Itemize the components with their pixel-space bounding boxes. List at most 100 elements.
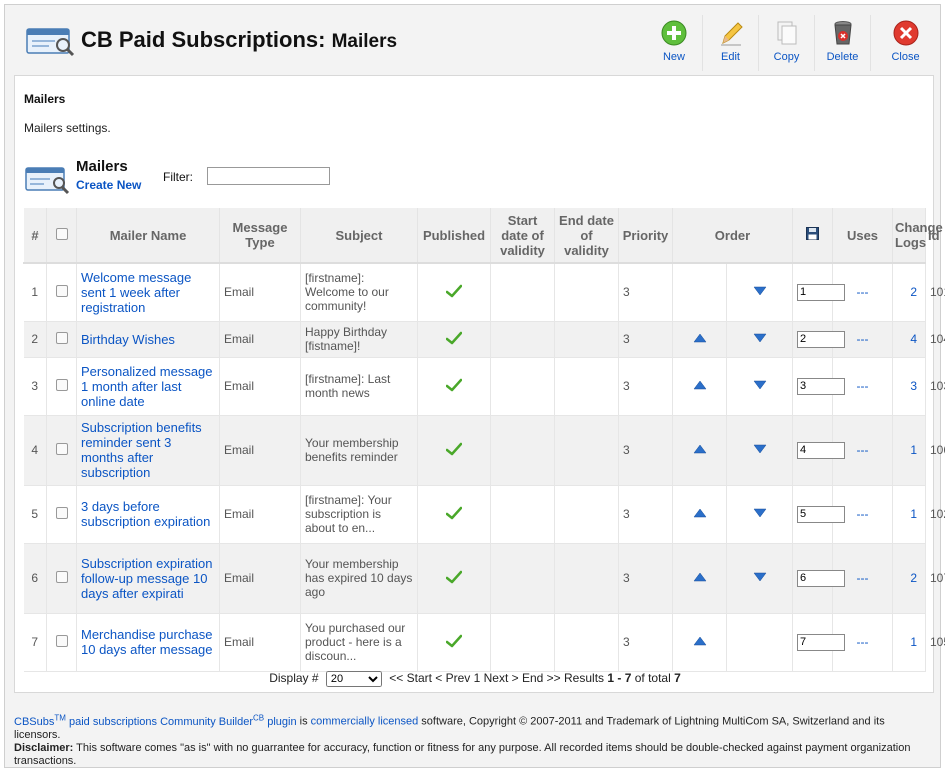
subject-text: Happy Birthday [fistname]! bbox=[305, 325, 388, 353]
mailer-cheque-icon bbox=[26, 28, 75, 57]
mailer-name-link[interactable]: Merchandise purchase 10 days after messa… bbox=[81, 627, 213, 657]
move-down-icon[interactable] bbox=[753, 508, 767, 518]
published-check-icon[interactable] bbox=[445, 570, 463, 584]
order-input[interactable] bbox=[797, 505, 845, 523]
order-input[interactable] bbox=[797, 330, 845, 348]
move-up-icon[interactable] bbox=[693, 333, 707, 343]
table-header-row: # Mailer Name Message Type Subject Publi… bbox=[23, 208, 943, 264]
subject-cell: [firstname]: Your subscription is about … bbox=[300, 485, 418, 544]
move-up-icon[interactable] bbox=[693, 444, 707, 454]
message-type: Email bbox=[219, 357, 301, 416]
end-date-cell bbox=[554, 485, 619, 544]
move-down-icon[interactable] bbox=[753, 444, 767, 454]
col-save-order[interactable] bbox=[792, 208, 833, 264]
row-checkbox[interactable] bbox=[55, 442, 68, 455]
new-button[interactable]: New bbox=[646, 15, 702, 71]
order-input-cell bbox=[792, 613, 845, 672]
select-all-checkbox[interactable] bbox=[55, 227, 68, 240]
end-date-cell bbox=[554, 415, 619, 486]
message-type: Email bbox=[219, 613, 301, 672]
col-priority[interactable]: Priority bbox=[618, 208, 673, 264]
row-number: 1 bbox=[23, 263, 47, 322]
start-date-cell bbox=[490, 263, 555, 322]
published-check-icon[interactable] bbox=[445, 284, 463, 298]
mailer-name-link[interactable]: Personalized message 1 month after last … bbox=[81, 364, 213, 409]
order-input[interactable] bbox=[797, 283, 845, 301]
edit-button[interactable]: Edit bbox=[702, 15, 758, 71]
commercially-licensed-link[interactable]: commercially licensed bbox=[311, 716, 419, 728]
published-check-icon[interactable] bbox=[445, 378, 463, 392]
col-order[interactable]: Order bbox=[672, 208, 793, 264]
move-up-icon[interactable] bbox=[693, 380, 707, 390]
col-num: # bbox=[23, 208, 47, 264]
row-checkbox[interactable] bbox=[55, 331, 68, 344]
order-down-cell bbox=[726, 613, 793, 672]
change-logs-link[interactable]: 1 bbox=[892, 485, 926, 544]
row-checkbox[interactable] bbox=[55, 570, 68, 583]
col-uses[interactable]: Uses bbox=[832, 208, 893, 264]
col-published[interactable]: Published bbox=[417, 208, 491, 264]
col-mailer-name[interactable]: Mailer Name bbox=[76, 208, 220, 264]
col-start-date[interactable]: Start date of validity bbox=[490, 208, 555, 264]
order-up-cell bbox=[672, 613, 727, 672]
save-order-icon[interactable] bbox=[806, 227, 819, 240]
mailer-name-link[interactable]: Birthday Wishes bbox=[81, 332, 175, 347]
order-input[interactable] bbox=[797, 633, 845, 651]
move-down-icon[interactable] bbox=[753, 380, 767, 390]
mailer-name-link[interactable]: Subscription benefits reminder sent 3 mo… bbox=[81, 420, 202, 480]
table-row: 7 Merchandise purchase 10 days after mess… bbox=[23, 613, 945, 672]
move-down-icon[interactable] bbox=[753, 286, 767, 296]
row-checkbox[interactable] bbox=[55, 506, 68, 519]
published-cell bbox=[417, 485, 491, 544]
edit-button-label: Edit bbox=[721, 51, 740, 63]
create-new-link[interactable]: Create New bbox=[76, 178, 141, 192]
move-down-icon[interactable] bbox=[753, 572, 767, 582]
delete-button[interactable]: Delete bbox=[814, 15, 870, 71]
close-button[interactable]: Close bbox=[870, 15, 940, 71]
section-title: Mailers bbox=[24, 92, 66, 106]
col-select-all[interactable] bbox=[46, 208, 77, 264]
row-checkbox[interactable] bbox=[55, 284, 68, 297]
order-input-cell bbox=[792, 263, 845, 322]
order-input[interactable] bbox=[797, 441, 845, 459]
mailer-name-cell: Personalized message 1 month after last … bbox=[76, 357, 220, 416]
subject-text: You purchased our product - here is a di… bbox=[305, 621, 406, 663]
published-check-icon[interactable] bbox=[445, 331, 463, 345]
published-check-icon[interactable] bbox=[445, 506, 463, 520]
col-subject[interactable]: Subject bbox=[300, 208, 418, 264]
move-up-icon[interactable] bbox=[693, 508, 707, 518]
mailer-name-link[interactable]: Subscription expiration follow-up messag… bbox=[81, 556, 213, 601]
subject-text: [firstname]: Last month news bbox=[305, 372, 391, 400]
row-checkbox[interactable] bbox=[55, 634, 68, 647]
move-up-icon[interactable] bbox=[693, 572, 707, 582]
change-logs-link[interactable]: 2 bbox=[892, 543, 926, 614]
change-logs-link[interactable]: 4 bbox=[892, 321, 926, 358]
published-check-icon[interactable] bbox=[445, 634, 463, 648]
copy-button[interactable]: Copy bbox=[758, 15, 814, 71]
change-logs-link[interactable]: 1 bbox=[892, 415, 926, 486]
change-logs-link[interactable]: 2 bbox=[892, 263, 926, 322]
col-end-date[interactable]: End date of validity bbox=[554, 208, 619, 264]
col-change-logs[interactable]: Change Logs bbox=[892, 208, 943, 264]
move-down-icon[interactable] bbox=[753, 333, 767, 343]
filter-input[interactable] bbox=[207, 167, 330, 185]
order-down-cell bbox=[726, 321, 793, 358]
order-input[interactable] bbox=[797, 377, 845, 395]
published-check-icon[interactable] bbox=[445, 442, 463, 456]
mailer-name-link[interactable]: 3 days before subscription expiration bbox=[81, 499, 210, 529]
change-logs-link[interactable]: 1 bbox=[892, 613, 926, 672]
table-body: 1 Welcome message sent 1 week after regis… bbox=[23, 263, 945, 672]
col-message-type[interactable]: Message Type bbox=[219, 208, 301, 264]
mailer-name-link[interactable]: Welcome message sent 1 week after regist… bbox=[81, 270, 191, 315]
move-up-icon[interactable] bbox=[693, 636, 707, 646]
display-count-select[interactable]: 20 bbox=[325, 671, 382, 687]
cbsubs-link[interactable]: CBSubsTM paid subscriptions Community Bu… bbox=[14, 713, 297, 728]
order-input[interactable] bbox=[797, 569, 845, 587]
priority-value: 3 bbox=[618, 543, 673, 614]
row-checkbox[interactable] bbox=[55, 378, 68, 391]
copy-icon bbox=[777, 21, 796, 45]
subject-cell: [firstname]: Welcome to our community! bbox=[300, 263, 418, 322]
published-cell bbox=[417, 415, 491, 486]
pager-nav[interactable]: << Start < Prev 1 Next > End >> Results bbox=[389, 671, 604, 685]
change-logs-link[interactable]: 3 bbox=[892, 357, 926, 416]
